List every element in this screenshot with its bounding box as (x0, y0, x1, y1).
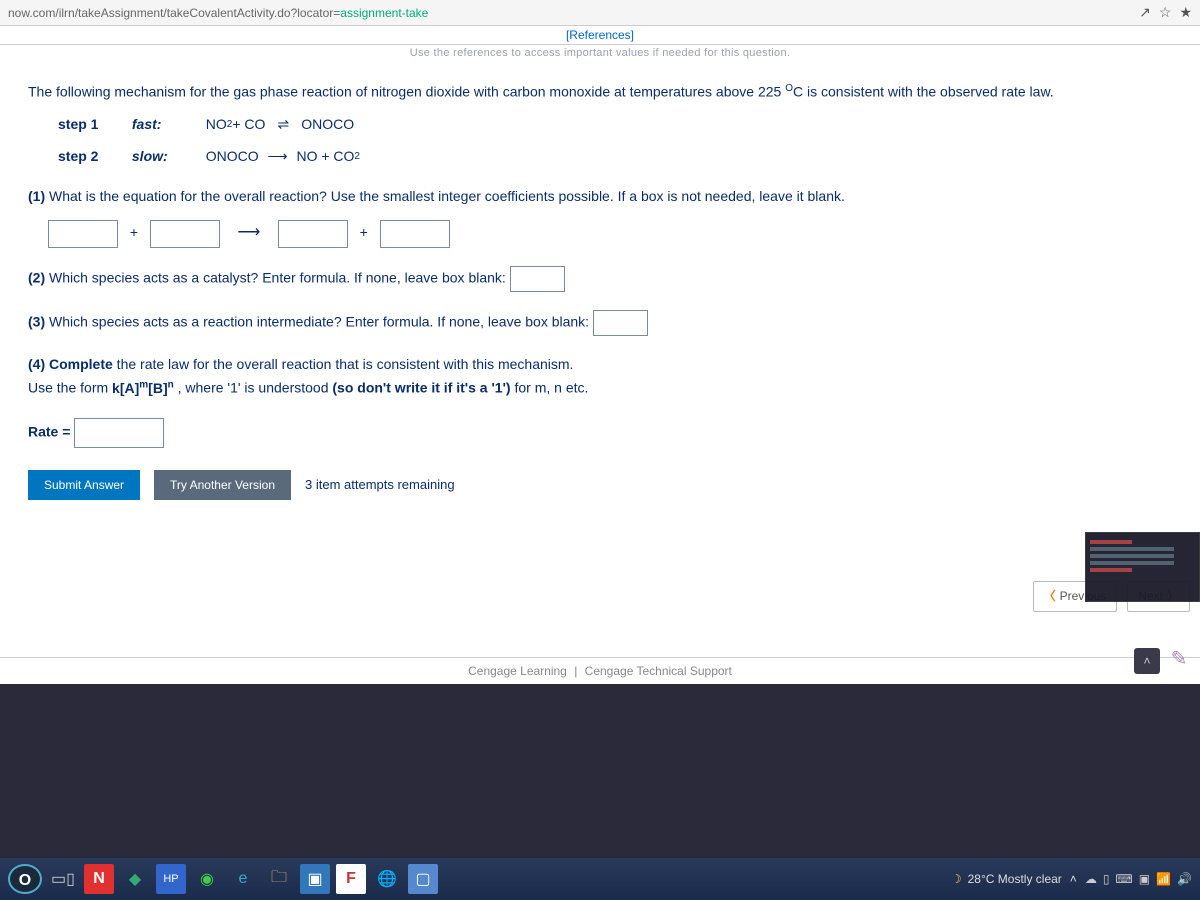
plus-sign: + (360, 222, 368, 244)
bookmark-star-icon[interactable]: ★ (1179, 4, 1192, 21)
url-text: now.com/ilrn/takeAssignment/takeCovalent… (8, 6, 340, 20)
secondary-window-preview[interactable] (1085, 532, 1200, 602)
url-highlight: assignment-take (340, 6, 428, 20)
product-1-input[interactable] (278, 220, 348, 248)
rate-label: Rate = (28, 423, 70, 439)
chevron-left-icon: 〈 (1044, 587, 1056, 606)
app-hp-icon[interactable]: HP (156, 864, 186, 894)
reaction-arrow-icon: ⟶ (224, 221, 274, 246)
intermediate-input[interactable] (593, 310, 648, 336)
app-f-icon[interactable]: F (336, 864, 366, 894)
forward-arrow-icon (263, 146, 293, 168)
step2-equation: ONOCO NO + CO2 (206, 146, 360, 168)
reactant-2-input[interactable] (150, 220, 220, 248)
cortana-search-icon[interactable]: O (8, 864, 42, 894)
file-explorer-icon[interactable]: 🗀 (264, 864, 294, 894)
question-2: (2) Which species acts as a catalyst? En… (28, 266, 1172, 292)
app-shield-icon[interactable]: ◆ (120, 864, 150, 894)
edge-icon[interactable]: e (228, 864, 258, 894)
catalyst-input[interactable] (510, 266, 565, 292)
question-4-line2: Use the form k[A]m[B]n , where '1' is un… (28, 377, 1172, 399)
step1-equation: NO2 + CO ONOCO (206, 114, 354, 136)
cengage-support-link[interactable]: Cengage Technical Support (585, 664, 732, 678)
tray-keyboard-icon[interactable]: ⌨ (1115, 872, 1132, 886)
attempts-remaining: 3 item attempts remaining (305, 475, 455, 495)
tray-wifi-icon[interactable]: 📶 (1156, 872, 1171, 886)
photos-icon[interactable]: ▣ (300, 864, 330, 894)
cengage-learning-link[interactable]: Cengage Learning (468, 664, 567, 678)
rate-law-row: Rate = (28, 418, 1172, 448)
try-another-button[interactable]: Try Another Version (154, 470, 291, 500)
submit-answer-button[interactable]: Submit Answer (28, 470, 140, 500)
app-globe-icon[interactable]: 🌐 (372, 864, 402, 894)
mechanism-step-1: step 1 fast: NO2 + CO ONOCO (58, 113, 1172, 135)
overall-equation-inputs: + ⟶ + (48, 220, 1172, 248)
equilibrium-arrow-icon (269, 114, 297, 136)
question-1: (1) What is the equation for the overall… (28, 186, 1172, 208)
product-2-input[interactable] (380, 220, 450, 248)
annotate-pen-icon[interactable]: ✎ (1164, 646, 1194, 676)
step1-speed: fast: (132, 114, 202, 136)
tray-battery-icon[interactable]: ▯ (1103, 872, 1110, 886)
action-button-row: Submit Answer Try Another Version 3 item… (28, 470, 1172, 500)
chrome-icon[interactable]: ◉ (192, 864, 222, 894)
step1-label: step 1 (58, 114, 128, 136)
moon-icon: ☽ (951, 872, 962, 886)
question-content: The following mechanism for the gas phas… (0, 67, 1200, 657)
mechanism-step-2: step 2 slow: ONOCO NO + CO2 (58, 146, 1172, 168)
system-tray: ☁ ▯ ⌨ ▣ 📶 🔊 (1085, 872, 1192, 886)
plus-sign: + (130, 222, 138, 244)
question-3: (3) Which species acts as a reaction int… (28, 310, 1172, 336)
browser-url-bar: now.com/ilrn/takeAssignment/takeCovalent… (0, 0, 1200, 26)
tray-chevron-icon[interactable]: ˄ (1070, 872, 1077, 886)
footer-links: Cengage Learning | Cengage Technical Sup… (0, 657, 1200, 684)
task-view-icon[interactable]: ▭▯ (48, 864, 78, 894)
windows-taskbar: O ▭▯ N ◆ HP ◉ e 🗀 ▣ F 🌐 ▢ ☽ 28°C Mostly … (0, 858, 1200, 900)
step2-label: step 2 (58, 146, 128, 168)
scroll-top-button[interactable]: ˄ (1134, 648, 1160, 674)
reactant-1-input[interactable] (48, 220, 118, 248)
tray-display-icon[interactable]: ▣ (1139, 872, 1150, 886)
camera-icon[interactable]: ▢ (408, 864, 438, 894)
share-icon[interactable]: ↗ (1139, 4, 1151, 21)
step2-speed: slow: (132, 146, 202, 168)
app-n-icon[interactable]: N (84, 864, 114, 894)
question-4-line1: (4) Complete the rate law for the overal… (28, 354, 1172, 376)
intro-text: The following mechanism for the gas phas… (28, 81, 1172, 103)
tray-onedrive-icon[interactable]: ☁ (1085, 872, 1097, 886)
references-link[interactable]: [References] (566, 28, 634, 42)
blurred-hint-text: Use the references to access important v… (0, 45, 1200, 67)
weather-widget[interactable]: ☽ 28°C Mostly clear (951, 872, 1062, 886)
rate-law-input[interactable] (74, 418, 164, 448)
favorite-star-icon[interactable]: ☆ (1159, 4, 1172, 21)
tray-volume-icon[interactable]: 🔊 (1177, 872, 1192, 886)
